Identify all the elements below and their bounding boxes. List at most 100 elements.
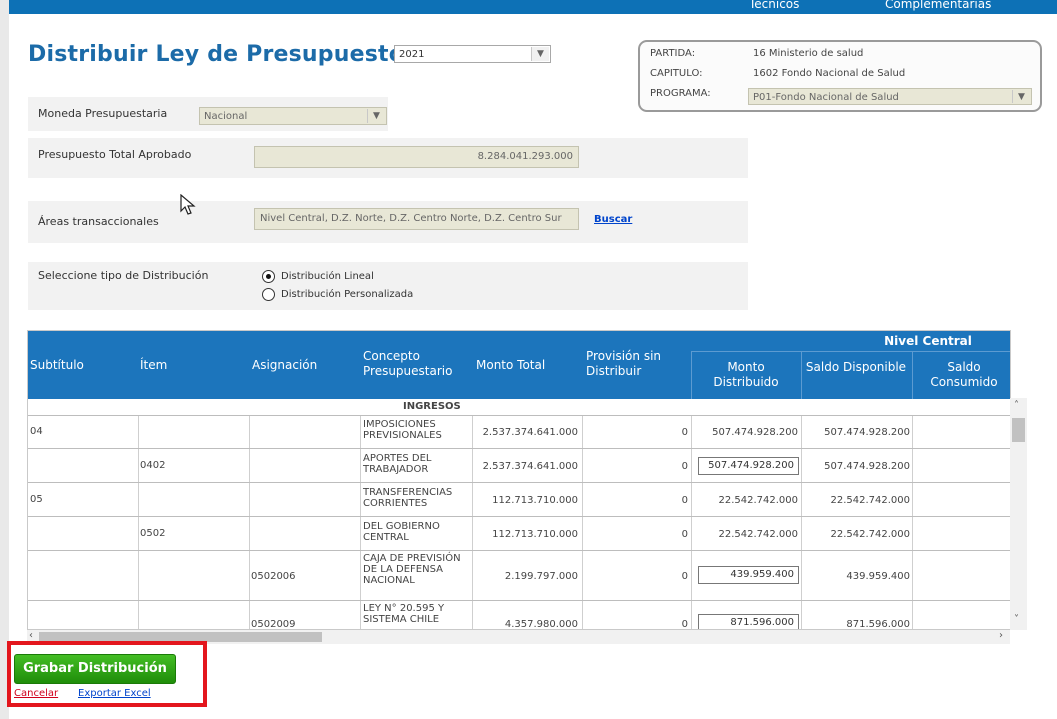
section-label-ingresos: INGRESOS: [403, 401, 461, 412]
left-edge-strip: [0, 0, 9, 719]
cell-provision: 0: [681, 571, 688, 582]
cell-concepto: DEL GOBIERNO CENTRAL: [363, 521, 440, 543]
cell-monto-total: 4.357.980.000: [504, 619, 578, 630]
scroll-left-icon[interactable]: ‹: [29, 630, 33, 641]
scroll-up-icon[interactable]: ˄: [1014, 400, 1019, 411]
header-provision[interactable]: Provisión sin Distribuir: [586, 349, 686, 379]
page-title: Distribuir Ley de Presupuestos: [28, 42, 418, 67]
header-sub-divider: [912, 352, 913, 399]
row-divider: [28, 482, 1010, 483]
tipo-distribucion-row: Seleccione tipo de Distribución: [28, 262, 748, 310]
moneda-label: Moneda Presupuestaria: [38, 107, 168, 120]
radio-personalizada-label: Distribución Personalizada: [281, 289, 414, 300]
tipo-distribucion-label: Seleccione tipo de Distribución: [38, 269, 209, 282]
cell-saldo-disponible: 507.474.928.200: [824, 461, 910, 472]
presupuesto-total-label: Presupuesto Total Aprobado: [38, 148, 192, 161]
chevron-down-icon: ▼: [1012, 90, 1030, 103]
cell-provision: 0: [681, 619, 688, 630]
header-group-divider: [691, 351, 1010, 352]
nav-item-tecnicos[interactable]: Técnicos: [749, 0, 799, 11]
scrollbar-thumb[interactable]: [1012, 418, 1025, 442]
year-select-value: 2021: [399, 49, 425, 60]
partida-label: PARTIDA:: [650, 48, 696, 59]
scroll-down-icon[interactable]: ˅: [1014, 614, 1019, 625]
cell-item: 0402: [140, 460, 166, 471]
monto-distribuido-input[interactable]: 439.959.400: [698, 566, 799, 584]
cell-subtitulo: 05: [30, 494, 43, 505]
cancelar-link[interactable]: Cancelar: [14, 688, 58, 699]
header-sub-divider: [691, 352, 692, 399]
header-concepto[interactable]: Concepto Presupuestario: [363, 349, 473, 379]
cell-saldo-disponible: 507.474.928.200: [824, 427, 910, 438]
row-divider: [28, 516, 1010, 517]
cell-monto-total: 2.199.797.000: [504, 571, 578, 582]
cell-asignacion: 0502006: [251, 571, 296, 582]
header-subtitulo[interactable]: Subtítulo: [30, 358, 84, 373]
programa-value: P01-Fondo Nacional de Salud: [753, 92, 899, 103]
exportar-excel-link[interactable]: Exportar Excel: [78, 688, 151, 699]
header-group-nivel-central: Nivel Central: [884, 334, 972, 348]
header-monto-distribuido[interactable]: Monto Distribuido: [694, 360, 798, 390]
header-asignacion[interactable]: Asignación: [252, 358, 317, 373]
cell-monto-total: 2.537.374.641.000: [482, 427, 578, 438]
cell-monto-total: 2.537.374.641.000: [482, 461, 578, 472]
cell-concepto: APORTES DEL TRABAJADOR: [363, 453, 432, 475]
cell-asignacion: 0502009: [251, 619, 296, 630]
cell-subtitulo: 04: [30, 426, 43, 437]
top-nav-bar: Técnicos Complementarias: [9, 0, 1057, 14]
areas-field: Nivel Central, D.Z. Norte, D.Z. Centro N…: [254, 208, 579, 230]
table-vertical-scrollbar[interactable]: ˄ ˅: [1010, 398, 1027, 630]
cell-monto-total: 112.713.710.000: [492, 495, 578, 506]
programa-select: P01-Fondo Nacional de Salud ▼: [748, 88, 1032, 105]
radio-lineal-label: Distribución Lineal: [281, 271, 374, 282]
nav-item-complementarias[interactable]: Complementarias: [885, 0, 991, 11]
header-item[interactable]: Ítem: [140, 358, 167, 373]
header-sub-divider: [801, 352, 802, 399]
buscar-link[interactable]: Buscar: [594, 214, 632, 225]
cell-concepto: TRANSFERENCIAS CORRIENTES: [363, 487, 453, 509]
capitulo-value: 1602 Fondo Nacional de Salud: [753, 68, 906, 79]
monto-distribuido-input[interactable]: 871.596.000: [698, 614, 799, 629]
cell-monto-distribuido: 22.542.742.000: [718, 495, 798, 506]
cell-saldo-disponible: 439.959.400: [846, 571, 910, 582]
cell-monto-distribuido: 507.474.928.200: [712, 427, 798, 438]
table-body: INGRESOS 04 IMPOSICIONES PREVISIONALES 2…: [28, 399, 1010, 630]
partida-value: 16 Ministerio de salud: [753, 48, 864, 59]
grabar-distribucion-button[interactable]: Grabar Distribución: [14, 654, 176, 684]
row-divider: [28, 600, 1010, 601]
row-divider: [28, 415, 1010, 416]
moneda-select: Nacional ▼: [199, 107, 387, 125]
cell-saldo-disponible: 22.542.742.000: [830, 495, 910, 506]
header-saldo-disponible[interactable]: Saldo Disponible: [804, 360, 908, 375]
cell-provision: 0: [681, 495, 688, 506]
programa-label: PROGRAMA:: [650, 88, 711, 99]
cell-item: 0502: [140, 528, 166, 539]
capitulo-label: CAPITULO:: [650, 68, 703, 79]
row-divider: [28, 448, 1010, 449]
cell-concepto: CAJA DE PREVISIÓN DE LA DEFENSA NACIONAL: [363, 553, 461, 586]
radio-distribucion-personalizada[interactable]: [262, 288, 275, 301]
cell-provision: 0: [681, 529, 688, 540]
year-select[interactable]: 2021 ▼: [394, 45, 551, 63]
row-divider: [28, 550, 1010, 551]
cell-monto-distribuido: 22.542.742.000: [718, 529, 798, 540]
areas-label: Áreas transaccionales: [38, 215, 159, 228]
presupuesto-total-field: 8.284.041.293.000: [254, 146, 579, 168]
cell-saldo-disponible: 871.596.000: [846, 619, 910, 630]
header-monto-total[interactable]: Monto Total: [476, 358, 545, 373]
cell-saldo-disponible: 22.542.742.000: [830, 529, 910, 540]
chevron-down-icon: ▼: [367, 109, 385, 123]
mouse-cursor-icon: [180, 194, 196, 215]
monto-distribuido-input[interactable]: 507.474.928.200: [698, 457, 799, 475]
cell-provision: 0: [681, 461, 688, 472]
program-info-box: PARTIDA: 16 Ministerio de salud CAPITULO…: [638, 40, 1042, 112]
cell-concepto: LEY N° 20.595 Y SISTEMA CHILE: [363, 603, 445, 625]
moneda-value: Nacional: [204, 111, 248, 122]
chevron-down-icon: ▼: [531, 47, 549, 61]
header-saldo-consumido[interactable]: Saldo Consumido: [916, 360, 1010, 390]
scroll-right-icon[interactable]: ›: [999, 630, 1003, 641]
cell-provision: 0: [681, 427, 688, 438]
radio-distribucion-lineal[interactable]: [262, 270, 275, 283]
distribution-table: Subtítulo Ítem Asignación Concepto Presu…: [27, 330, 1011, 630]
table-header: Subtítulo Ítem Asignación Concepto Presu…: [28, 331, 1010, 399]
